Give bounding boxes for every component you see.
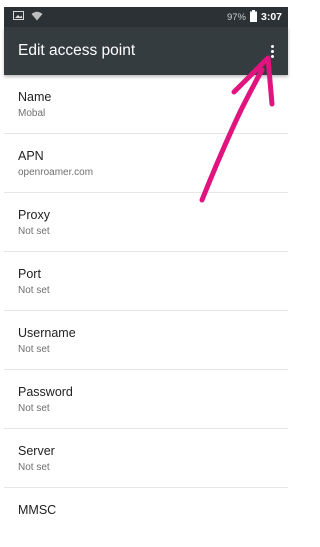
- clock: 3:07: [260, 11, 282, 23]
- pref-summary: Not set: [18, 344, 50, 355]
- pref-title: APN: [18, 149, 44, 163]
- more-options-button[interactable]: [260, 37, 284, 65]
- pref-title: Username: [18, 326, 76, 340]
- status-bar-notifications: [13, 11, 43, 24]
- pref-username[interactable]: Username Not set: [4, 311, 288, 370]
- pref-mmsc[interactable]: MMSC: [4, 488, 288, 547]
- pref-summary: openroamer.com: [18, 167, 94, 178]
- battery-icon: [249, 9, 257, 25]
- pref-summary: Not set: [18, 226, 50, 237]
- image-notification-icon: [13, 11, 24, 23]
- pref-name[interactable]: Name Mobal: [4, 75, 288, 134]
- pref-summary: Not set: [18, 403, 50, 414]
- status-bar-system: 97% 3:07: [226, 9, 282, 25]
- pref-title: Port: [18, 267, 41, 281]
- app-bar: Edit access point: [4, 27, 288, 75]
- pref-summary: Not set: [18, 462, 50, 473]
- pref-apn[interactable]: APN openroamer.com: [4, 134, 288, 193]
- pref-title: Server: [18, 444, 55, 458]
- battery-percentage: 97%: [226, 11, 246, 23]
- pref-title: Name: [18, 90, 52, 104]
- page-title: Edit access point: [18, 42, 136, 59]
- wifi-icon: [31, 11, 43, 24]
- pref-title: Proxy: [18, 208, 50, 222]
- status-bar: 97% 3:07: [4, 7, 288, 27]
- pref-proxy[interactable]: Proxy Not set: [4, 193, 288, 252]
- pref-port[interactable]: Port Not set: [4, 252, 288, 311]
- pref-password[interactable]: Password Not set: [4, 370, 288, 429]
- more-vert-icon[interactable]: [270, 44, 274, 58]
- pref-summary: Mobal: [18, 108, 46, 119]
- pref-server[interactable]: Server Not set: [4, 429, 288, 488]
- pref-summary: Not set: [18, 285, 50, 296]
- pref-title: Password: [18, 385, 73, 399]
- pref-title: MMSC: [18, 503, 57, 517]
